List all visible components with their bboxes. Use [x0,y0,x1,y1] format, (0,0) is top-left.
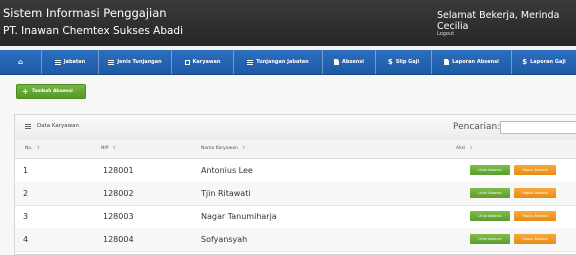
column-header-no[interactable]: No. ↕ [25,146,40,151]
nav-label: Laporan Gaji [530,59,566,65]
document-icon [444,59,450,65]
table-row: 1 128001 Antonius Lee Lihat Absensi Hapu… [15,159,576,183]
sort-icon: ↕ [112,146,117,151]
main-nav: ⌂ Jabatan Jenis Tunjangan Karyawan Tunja… [0,50,576,75]
row-name: Antonius Lee [201,166,253,175]
nav-item-absensi[interactable]: Absensi [323,50,376,74]
nav-label: Jenis Tunjangan [117,59,162,65]
delete-attendance-button[interactable]: Hapus Absensi [514,165,556,175]
column-label: Nama Karyawan [201,146,238,151]
table-icon [25,124,31,129]
search-input[interactable] [500,121,576,134]
nav-label: Slip Gaji [395,59,420,65]
column-header-nip[interactable]: NIP ↕ [101,146,116,151]
nav-label: Jabatan [63,59,86,65]
money-icon: $ [387,57,393,66]
table-row: 3 128003 Nagar Tanumiharja Lihat Absensi… [15,205,576,229]
row-number: 4 [23,235,29,244]
nav-item-laporan-gaji[interactable]: $ Laporan Gaji [512,50,576,74]
delete-attendance-button[interactable]: Hapus Absensi [514,188,556,198]
delete-attendance-button[interactable]: Hapus Absensi [514,234,556,244]
view-attendance-button[interactable]: Lihat Absensi [470,234,510,244]
nav-item-tunjangan-jabatan[interactable]: Tunjangan Jabatan [234,50,323,74]
row-name: Tjin Ritawati [201,189,251,198]
view-attendance-button[interactable]: Lihat Absensi [470,165,510,175]
list-icon [54,59,61,65]
list-icon [247,59,254,65]
delete-attendance-button[interactable]: Hapus Absensi [514,211,556,221]
search-label: Pencarian: [453,122,501,132]
table-header: No. ↕ NIP ↕ Nama Karyawan ↕ Aksi ↕ [15,140,576,159]
row-number: 2 [23,189,29,198]
list-icon [184,59,190,65]
row-name: Nagar Tanumiharja [201,212,277,221]
logout-link[interactable]: Logout [437,31,454,37]
row-nip: 128004 [103,235,134,244]
add-attendance-button[interactable]: + Tambah Absensi [16,84,86,99]
nav-label: Karyawan [192,59,221,65]
employee-data-panel: Data Karyawan Pencarian: No. ↕ NIP ↕ Nama … [14,114,576,255]
nav-item-home[interactable]: ⌂ [0,50,42,74]
column-label: No. [25,146,33,151]
row-number: 1 [23,166,29,175]
nav-item-slip-gaji[interactable]: $ Slip Gaji [376,50,432,74]
panel-header: Data Karyawan Pencarian: [15,115,576,141]
nav-label: Tunjangan Jabatan [256,59,309,65]
row-nip: 128002 [103,189,134,198]
app-header: Sistem Informasi Penggajian PT. Inawan C… [0,0,576,46]
nav-label: Laporan Absensi [452,59,499,65]
nav-item-karyawan[interactable]: Karyawan [172,50,234,74]
panel-title: Data Karyawan [37,123,80,129]
row-nip: 128001 [103,166,134,175]
company-name: PT. Inawan Chemtex Sukses Abadi [3,25,183,37]
sort-icon: ↕ [469,146,474,151]
plus-icon: + [22,86,29,96]
column-header-action[interactable]: Aksi ↕ [456,146,473,151]
row-number: 3 [23,212,29,221]
view-attendance-button[interactable]: Lihat Absensi [470,188,510,198]
view-attendance-button[interactable]: Lihat Absensi [470,211,510,221]
money-icon: $ [522,57,528,66]
sort-icon: ↕ [241,146,246,151]
add-button-label: Tambah Absensi [31,89,73,94]
nav-item-jenis-tunjangan[interactable]: Jenis Tunjangan [99,50,172,74]
column-header-name[interactable]: Nama Karyawan ↕ [201,146,246,151]
sort-icon: ↕ [36,146,41,151]
table-row: 2 128002 Tjin Ritawati Lihat Absensi Hap… [15,182,576,206]
document-icon [333,59,339,65]
row-name: Sofyansyah [201,235,248,244]
table-row: 4 128004 Sofyansyah Lihat Absensi Hapus … [15,228,576,252]
column-label: Aksi [456,146,466,151]
system-title: Sistem Informasi Penggajian [3,6,167,20]
nav-item-laporan-absensi[interactable]: Laporan Absensi [432,50,512,74]
nav-item-jabatan[interactable]: Jabatan [42,50,99,74]
row-nip: 128003 [103,212,134,221]
list-icon [108,59,115,65]
home-icon: ⌂ [17,57,23,66]
column-label: NIP [101,146,109,151]
nav-label: Absensi [341,59,365,65]
welcome-text: Selamat Bekerja, Merinda Cecilia [437,10,560,32]
